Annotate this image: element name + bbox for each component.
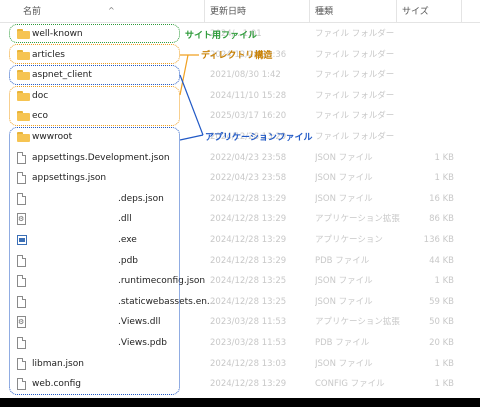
connector-lines (179, 54, 204, 141)
bottom-bar (0, 398, 480, 407)
